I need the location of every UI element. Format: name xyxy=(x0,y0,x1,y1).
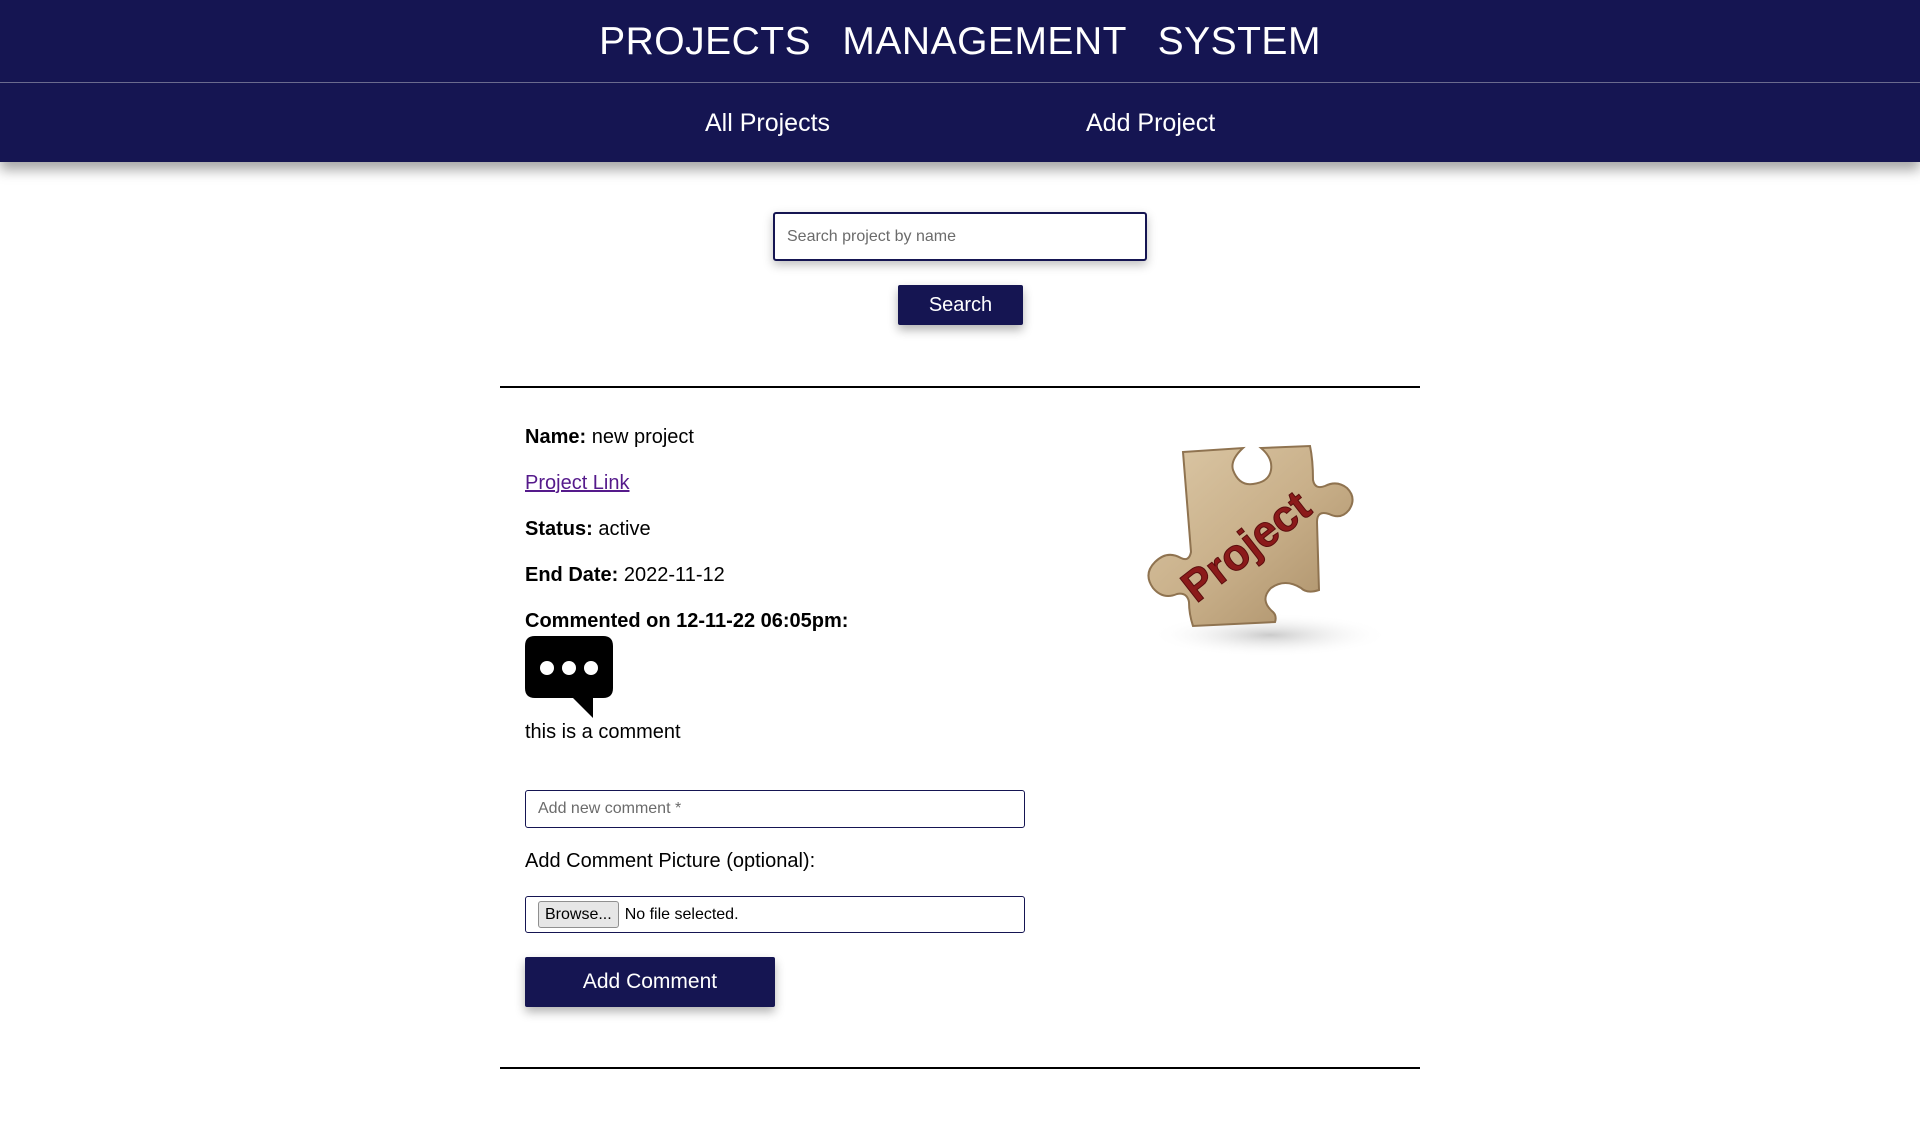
project-end-date-label: End Date: xyxy=(525,564,619,586)
project-status-row: Status: active xyxy=(525,518,651,541)
speech-bubble-icon xyxy=(525,636,613,718)
project-link[interactable]: Project Link xyxy=(525,472,630,494)
add-comment-button[interactable]: Add Comment xyxy=(525,957,775,1007)
divider-bottom xyxy=(500,1067,1420,1069)
project-status-value: active xyxy=(598,518,651,540)
title-bar: PROJECTS MANAGEMENT SYSTEM xyxy=(0,0,1920,83)
project-end-date-row: End Date: 2022-11-12 xyxy=(525,564,725,587)
app-title: PROJECTS MANAGEMENT SYSTEM xyxy=(599,20,1321,63)
nav-link-add-project[interactable]: Add Project xyxy=(1086,109,1215,138)
main-nav: All Projects Add Project xyxy=(0,83,1920,162)
project-end-date-value: 2022-11-12 xyxy=(623,564,725,586)
file-status-text: No file selected. xyxy=(624,905,739,923)
search-input[interactable] xyxy=(773,212,1147,261)
project-status-label: Status: xyxy=(525,518,593,540)
comment-text: this is a comment xyxy=(525,721,681,743)
comment-picture-label: Add Comment Picture (optional): xyxy=(525,850,816,872)
browse-button[interactable]: Browse... xyxy=(538,901,619,928)
project-name-label: Name: xyxy=(525,426,587,448)
new-comment-input[interactable] xyxy=(525,790,1025,828)
search-button[interactable]: Search xyxy=(898,285,1023,325)
comment-picture-file-input[interactable]: Browse... No file selected. xyxy=(525,896,1025,933)
project-name-value: new project xyxy=(591,426,694,448)
nav-link-all-projects[interactable]: All Projects xyxy=(705,109,830,138)
project-puzzle-image: Project xyxy=(1147,444,1390,657)
comment-header: Commented on 12-11-22 06:05pm: xyxy=(525,610,849,632)
app-header: PROJECTS MANAGEMENT SYSTEM All Projects … xyxy=(0,0,1920,162)
project-link-row: Project Link xyxy=(525,472,630,495)
divider-top xyxy=(500,386,1420,388)
project-name-row: Name: new project xyxy=(525,426,694,449)
